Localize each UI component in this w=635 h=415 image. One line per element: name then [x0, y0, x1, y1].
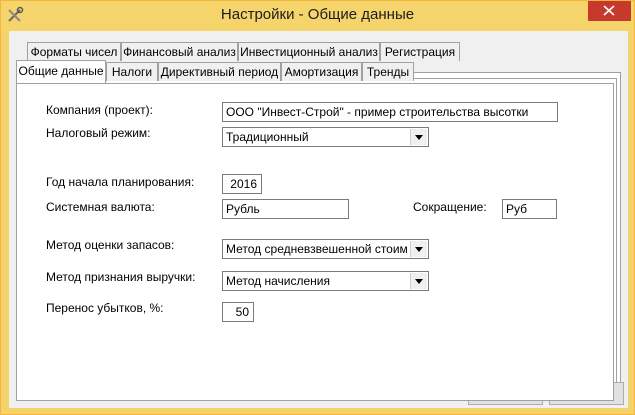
dialog-client: Форматы чисел Финансовый анализ Инвестиц… — [9, 31, 628, 408]
abbreviation-input[interactable]: Руб — [502, 199, 557, 219]
close-button[interactable] — [588, 1, 631, 21]
loss-carryforward-label: Перенос убытков, %: — [46, 301, 164, 315]
tab-directive-period[interactable]: Директивный период — [158, 62, 281, 81]
revenue-method-label: Метод признания выручки: — [46, 270, 196, 284]
chevron-down-icon — [415, 135, 423, 140]
inventory-method-label: Метод оценки запасов: — [46, 238, 175, 252]
start-year-input[interactable]: 2016 — [222, 174, 262, 194]
company-input[interactable]: ООО "Инвест-Строй" - пример строительств… — [222, 102, 558, 122]
inventory-method-dropdown-button[interactable] — [410, 241, 427, 257]
currency-input[interactable]: Рубль — [222, 199, 349, 219]
chevron-down-icon — [415, 279, 423, 284]
tab-taxes[interactable]: Налоги — [106, 62, 158, 81]
general-data-panel: Компания (проект): ООО "Инвест-Строй" - … — [16, 83, 614, 401]
tab-financial-analysis[interactable]: Финансовый анализ — [121, 42, 238, 61]
tab-amortization[interactable]: Амортизация — [281, 62, 362, 81]
start-year-label: Год начала планирования: — [46, 175, 195, 189]
tax-regime-value: Традиционный — [226, 130, 309, 144]
revenue-method-select[interactable]: Метод начисления — [222, 271, 429, 291]
close-icon — [603, 5, 615, 16]
tab-trends[interactable]: Тренды — [362, 62, 414, 81]
tab-registration[interactable]: Регистрация — [380, 42, 460, 61]
abbreviation-label: Сокращение: — [413, 200, 487, 214]
tab-number-formats[interactable]: Форматы чисел — [27, 42, 121, 61]
title-bar[interactable]: Настройки - Общие данные — [1, 1, 634, 31]
tab-investment-analysis[interactable]: Инвестиционный анализ — [238, 42, 380, 61]
inventory-method-value: Метод средневзвешенной стоимост — [226, 242, 408, 256]
settings-window: Настройки - Общие данные Форматы чисел Ф… — [0, 0, 635, 415]
revenue-method-value: Метод начисления — [226, 274, 331, 288]
chevron-down-icon — [415, 247, 423, 252]
loss-carryforward-input[interactable]: 50 — [222, 302, 254, 322]
inventory-method-select[interactable]: Метод средневзвешенной стоимост — [222, 239, 429, 259]
tax-regime-select[interactable]: Традиционный — [222, 127, 429, 147]
tax-regime-label: Налоговый режим: — [46, 126, 151, 140]
tab-general-data[interactable]: Общие данные — [16, 60, 106, 83]
window-title: Настройки - Общие данные — [220, 6, 415, 23]
revenue-method-dropdown-button[interactable] — [410, 273, 427, 289]
currency-label: Системная валюта: — [46, 200, 155, 214]
tax-regime-dropdown-button[interactable] — [410, 129, 427, 145]
company-label: Компания (проект): — [46, 103, 153, 117]
